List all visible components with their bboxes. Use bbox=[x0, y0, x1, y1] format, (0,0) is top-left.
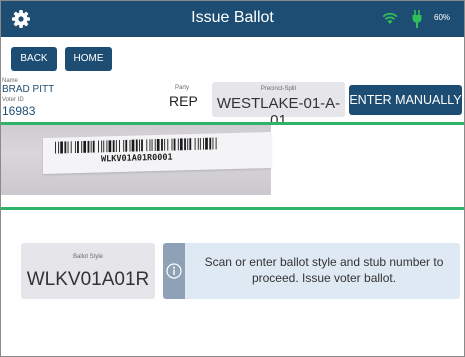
barcode-bar bbox=[177, 138, 179, 151]
barcode-bar bbox=[173, 138, 176, 151]
barcode-bar bbox=[197, 137, 199, 150]
barcode-bar bbox=[154, 139, 156, 152]
barcode-bar bbox=[60, 141, 63, 154]
scan-preview: WLKV01A01R0001 bbox=[1, 125, 464, 207]
barcode-bar bbox=[55, 141, 56, 154]
barcode-bar bbox=[215, 137, 217, 150]
info-icon bbox=[166, 263, 182, 279]
top-bar: Issue Ballot 60% bbox=[1, 1, 464, 37]
barcode-bar bbox=[146, 139, 148, 152]
barcode-bar bbox=[90, 140, 92, 153]
barcode-bar bbox=[131, 139, 135, 152]
barcode-bar bbox=[119, 139, 120, 152]
barcode-bar bbox=[179, 138, 183, 151]
barcode-bar bbox=[171, 138, 173, 151]
enter-manually-button[interactable]: ENTER MANUALLY bbox=[349, 85, 462, 115]
barcode-text: WLKV01A01R0001 bbox=[101, 152, 173, 165]
voter-name: BRAD PITT bbox=[2, 84, 55, 95]
barcode-bar bbox=[112, 140, 115, 153]
wifi-icon bbox=[382, 12, 398, 24]
ballot-stub: WLKV01A01R0001 bbox=[43, 132, 271, 174]
home-button[interactable]: HOME bbox=[65, 47, 112, 71]
barcode-bar bbox=[83, 140, 87, 153]
barcode-bar bbox=[74, 141, 76, 154]
barcode-bar bbox=[187, 138, 189, 151]
barcode-bar bbox=[167, 138, 169, 151]
barcode-bar bbox=[151, 139, 153, 152]
barcode-bar bbox=[212, 137, 214, 150]
barcode-bar bbox=[115, 140, 117, 153]
barcode-bar bbox=[125, 139, 128, 152]
divider bbox=[1, 207, 464, 210]
barcode-bar bbox=[156, 138, 160, 152]
barcode bbox=[55, 137, 217, 154]
barcode-bar bbox=[103, 140, 105, 153]
barcode-bar bbox=[161, 138, 163, 151]
barcode-bar bbox=[205, 137, 208, 150]
barcode-bar bbox=[81, 140, 83, 153]
barcode-bar bbox=[58, 141, 60, 154]
info-text: Scan or enter ballot style and stub numb… bbox=[204, 255, 444, 285]
barcode-bar bbox=[70, 141, 72, 154]
battery-level: 60% bbox=[434, 13, 451, 22]
precinct-split-label: Precinct-Split bbox=[260, 86, 297, 92]
barcode-bar bbox=[87, 140, 90, 153]
barcode-bar bbox=[184, 138, 186, 151]
barcode-bar bbox=[139, 139, 140, 152]
barcode-bar bbox=[129, 139, 131, 152]
party-label: Party bbox=[175, 85, 190, 91]
barcode-bar bbox=[67, 141, 69, 154]
ballot-style-label: Ballot Style bbox=[72, 254, 103, 260]
barcode-bar bbox=[106, 140, 108, 153]
barcode-bar bbox=[108, 140, 112, 153]
barcode-bar bbox=[199, 137, 201, 150]
info-message: Scan or enter ballot style and stub numb… bbox=[163, 243, 460, 299]
app-window: Issue Ballot 60% BACK HOME Name BRAD PIT… bbox=[0, 0, 465, 357]
info-strip bbox=[163, 243, 185, 299]
barcode-bar bbox=[92, 140, 95, 153]
barcode-bar bbox=[123, 139, 125, 152]
barcode-bar bbox=[164, 138, 166, 151]
barcode-bar bbox=[203, 137, 204, 150]
camera-image: WLKV01A01R0001 bbox=[1, 125, 271, 195]
ballot-style-value: WLKV01A01R bbox=[26, 269, 150, 290]
plug-icon bbox=[412, 10, 422, 28]
barcode-bar bbox=[64, 141, 67, 154]
barcode-bar bbox=[135, 139, 138, 152]
voter-id-label: Voter ID bbox=[2, 97, 24, 103]
barcode-bar bbox=[141, 139, 143, 152]
barcode-bar bbox=[98, 140, 99, 153]
barcode-bar bbox=[149, 139, 151, 152]
barcode-bar bbox=[194, 137, 196, 151]
barcode-bar bbox=[189, 138, 192, 151]
back-button[interactable]: BACK bbox=[11, 47, 57, 71]
barcode-bar bbox=[209, 137, 212, 150]
barcode-bar bbox=[77, 141, 79, 154]
voter-id: 16983 bbox=[2, 104, 36, 118]
barcode-bar bbox=[101, 140, 103, 153]
precinct-split-box: Precinct-Split WESTLAKE-01-A-01 bbox=[212, 82, 345, 129]
ballot-style-box: Ballot Style WLKV01A01R bbox=[21, 243, 155, 299]
party-value: REP bbox=[169, 93, 198, 109]
